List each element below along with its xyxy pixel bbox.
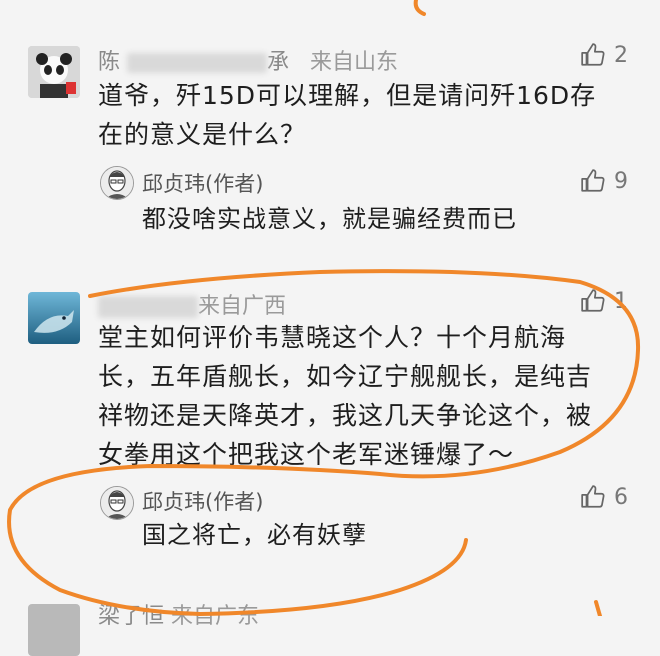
comment-text: 道爷，歼15D可以理解，但是请问歼16D存 在的意义是什么？ bbox=[98, 81, 597, 149]
thumbs-up-icon bbox=[581, 485, 605, 508]
blurred-username bbox=[98, 296, 198, 318]
user-avatar-panda[interactable] bbox=[28, 46, 80, 98]
ocean-avatar-icon bbox=[28, 292, 80, 344]
thumbs-up-icon bbox=[581, 169, 605, 192]
like-button[interactable]: 2 bbox=[580, 42, 628, 68]
comment-username[interactable]: 陈 承 来自山东 bbox=[98, 44, 398, 76]
like-count: 1 bbox=[614, 288, 628, 314]
author-avatar[interactable] bbox=[100, 166, 134, 200]
like-count: 2 bbox=[614, 42, 628, 68]
reply-author-name[interactable]: 邱贞玮(作者) bbox=[142, 168, 263, 198]
reply-like-button[interactable]: 9 bbox=[580, 168, 628, 194]
comment-location: 来自山东 bbox=[310, 50, 399, 75]
reply-like-button[interactable]: 6 bbox=[580, 484, 628, 510]
comment-text: 堂主如何评价韦慧晓这个人？十个月航海 长，五年盾舰长，如今辽宁舰舰长，是纯吉 祥… bbox=[98, 323, 593, 469]
comment-location: 来自广西 bbox=[198, 294, 287, 319]
author-portrait-icon bbox=[101, 167, 133, 199]
user-avatar-ocean[interactable] bbox=[28, 292, 80, 344]
like-count: 9 bbox=[614, 168, 628, 194]
reply-text: 都没啥实战意义，就是骗经费而已 bbox=[142, 205, 517, 233]
like-count: 6 bbox=[614, 484, 628, 510]
panda-avatar-icon bbox=[28, 46, 80, 98]
reply-text: 国之将亡，必有妖孽 bbox=[142, 521, 367, 549]
user-avatar[interactable] bbox=[28, 604, 80, 656]
comment-username[interactable]: 来自广西 bbox=[98, 288, 286, 320]
author-avatar[interactable] bbox=[100, 486, 134, 520]
blurred-username bbox=[127, 53, 268, 73]
thumbs-up-icon bbox=[581, 43, 605, 66]
reply-author-name[interactable]: 邱贞玮(作者) bbox=[142, 486, 263, 516]
comment-username[interactable]: 梁了恒 来自广东 bbox=[98, 598, 259, 630]
thumbs-up-icon bbox=[581, 289, 605, 312]
author-portrait-icon bbox=[101, 487, 133, 519]
comment-location: 来自广东 bbox=[171, 604, 260, 629]
like-button[interactable]: 1 bbox=[580, 288, 628, 314]
